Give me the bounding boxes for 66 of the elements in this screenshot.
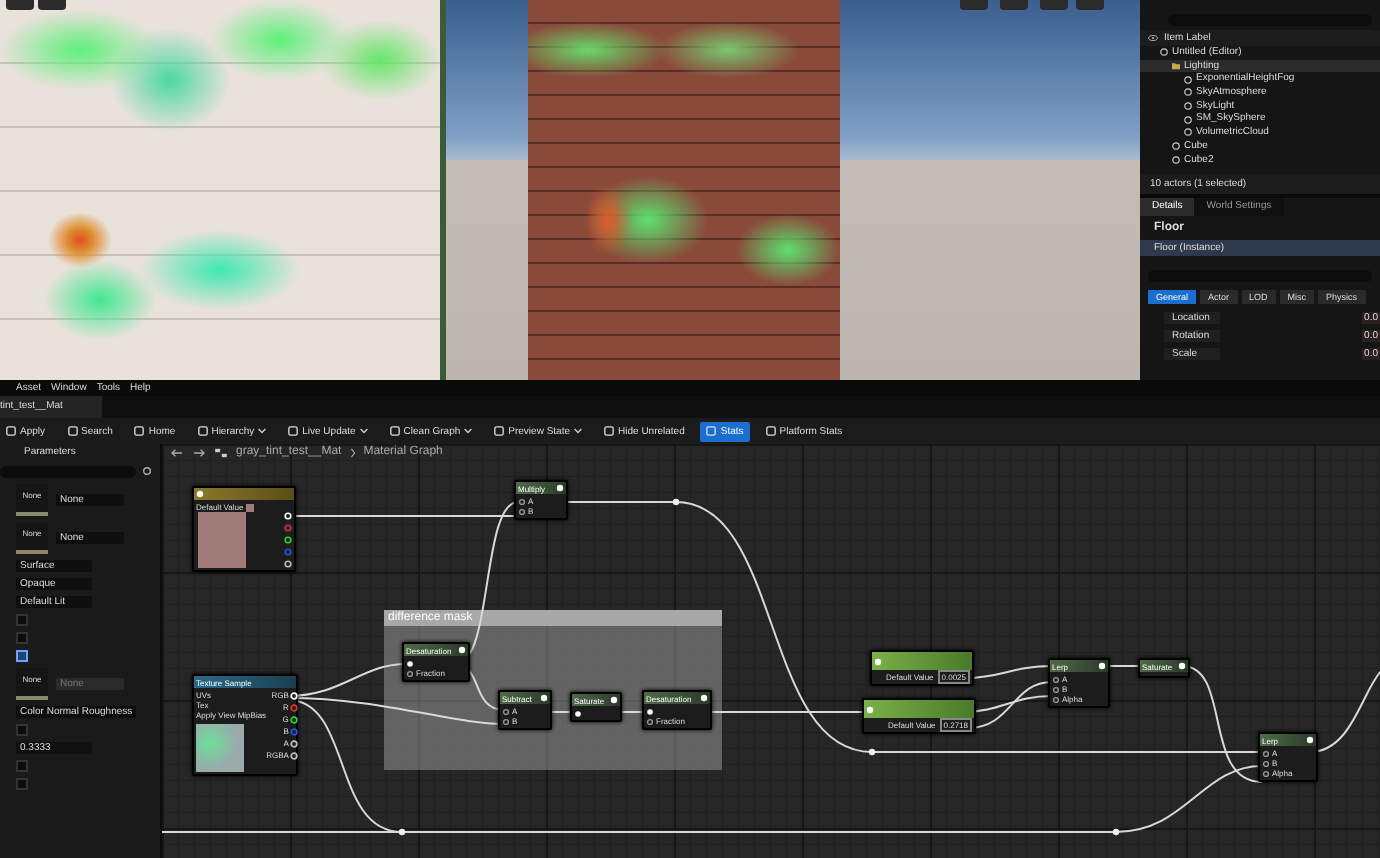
toolbar-icon [765,426,776,436]
toolbar-icon [389,426,400,436]
toolbar-icon [197,426,208,436]
output-pin[interactable] [610,696,618,704]
caret-icon [464,428,473,434]
color-preview [198,512,246,568]
output-pin[interactable] [290,715,299,723]
viewport-button[interactable] [38,0,66,10]
graph-icon [214,447,228,457]
output-pin[interactable] [556,484,564,492]
folder-icon [1172,62,1180,71]
graph-canvas[interactable] [162,444,1380,858]
checkbox[interactable] [16,613,28,625]
toolbar-icon [6,426,16,436]
checkbox[interactable] [16,631,28,643]
checkbox[interactable] [16,649,28,661]
toolbar-icon [604,426,615,436]
input-pin[interactable] [1052,695,1060,703]
color-swatch[interactable] [245,503,254,511]
input-pin[interactable] [574,709,582,717]
eye-icon [1148,34,1158,42]
actor-icon [1160,48,1168,57]
checkbox[interactable] [16,777,28,789]
input-pin[interactable] [1262,749,1270,757]
input-pin[interactable] [406,659,414,667]
reroute-node[interactable] [398,828,406,836]
input-pin[interactable] [518,507,526,515]
toolbar-icon [67,426,78,436]
texture-preview [196,724,244,772]
input-pin[interactable] [1052,685,1060,693]
checkbox[interactable] [16,723,28,735]
reroute-node[interactable] [1112,828,1120,836]
toolbar-icon [134,426,145,436]
output-pin[interactable] [700,694,708,702]
toolbar-icon [494,426,505,436]
toolbar-icon [288,426,299,436]
output-pin[interactable] [1098,662,1106,670]
input-pin[interactable] [646,707,654,715]
input-pin[interactable] [406,669,414,677]
input-pin[interactable] [518,497,526,505]
checkbox[interactable] [16,759,28,771]
input-pin[interactable] [1262,759,1270,767]
caret-icon [359,428,368,434]
viewport-button[interactable] [6,0,34,10]
input-pin[interactable] [502,707,510,715]
toolbar-icon [706,426,717,436]
back-arrow-icon[interactable] [170,447,184,457]
output-pin[interactable] [1306,736,1314,744]
output-pin[interactable] [1178,662,1186,670]
input-pin[interactable] [502,717,510,725]
input-pin[interactable] [646,717,654,725]
settings-icon[interactable] [142,466,152,476]
reroute-node[interactable] [868,748,876,756]
output-pin[interactable] [458,646,466,654]
output-pin[interactable] [290,739,299,747]
output-pin[interactable] [284,560,292,568]
output-pin[interactable] [290,751,299,759]
reroute-node[interactable] [672,498,680,506]
caret-icon [258,428,267,434]
forward-arrow-icon[interactable] [192,447,206,457]
chevron-icon [349,447,356,457]
output-pin[interactable] [540,694,548,702]
input-pin[interactable] [1052,675,1060,683]
output-pin[interactable] [284,536,292,544]
caret-icon [574,428,583,434]
input-pin[interactable] [1262,769,1270,777]
